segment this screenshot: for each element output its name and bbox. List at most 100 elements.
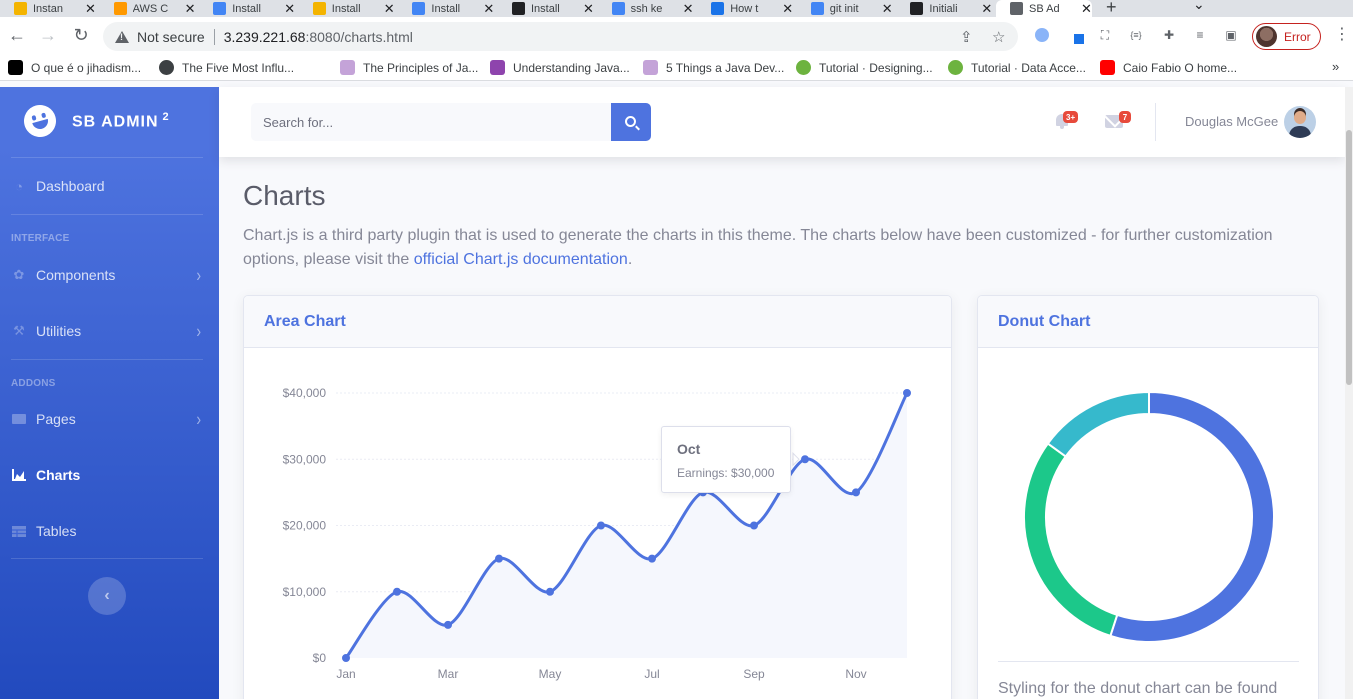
tab-favicon-icon (213, 2, 227, 15)
extension-pen-icon[interactable] (1067, 26, 1085, 44)
tab-close-icon[interactable]: ✕ (384, 1, 395, 17)
data-point[interactable] (546, 587, 554, 596)
json-extension-icon[interactable]: {≡} (1127, 26, 1145, 44)
donut-chart[interactable] (978, 348, 1319, 658)
bookmark-item[interactable]: Caio Fabio O home... (1100, 60, 1237, 75)
browser-tab[interactable]: Install ✕ (498, 0, 594, 17)
tab-title: Install (531, 2, 560, 15)
tab-favicon-icon (611, 2, 625, 15)
data-point[interactable] (495, 554, 503, 563)
tab-close-icon[interactable]: ✕ (683, 1, 694, 17)
tab-close-icon[interactable]: ✕ (782, 1, 793, 17)
new-tab-icon[interactable]: + (1106, 0, 1117, 17)
tab-close-icon[interactable]: ✕ (284, 1, 295, 17)
cog-icon: ✿ (13, 267, 25, 282)
sidebar-item-charts[interactable]: Charts (11, 460, 203, 490)
data-point[interactable] (903, 389, 911, 397)
bookmark-item[interactable]: Tutorial · Data Acce... (948, 60, 1086, 75)
sidebar-item-pages[interactable]: Pages › (11, 404, 203, 434)
sidebar-divider (11, 558, 203, 559)
bookmark-label: Caio Fabio O home... (1123, 60, 1238, 75)
browser-tab[interactable]: Install ✕ (199, 0, 295, 17)
chart-tooltip: Oct Earnings: $30,000 (661, 426, 791, 493)
tab-close-icon[interactable]: ✕ (483, 1, 494, 17)
browser-tab[interactable]: Instan ✕ (0, 0, 96, 17)
data-point[interactable] (648, 554, 656, 563)
bookmark-item[interactable]: The Principles of Ja... (340, 60, 478, 75)
browser-tab[interactable]: git init ✕ (797, 0, 893, 17)
back-icon[interactable]: ← (5, 25, 29, 46)
scrollbar-thumb[interactable] (1346, 130, 1352, 385)
tab-close-icon[interactable]: ✕ (185, 1, 196, 17)
area-chart[interactable]: $0 $10,000 $20,000 $30,000 $40,000 Jan Mar May J… (244, 348, 952, 699)
sidebar-item-utilities[interactable]: ⚒ Utilities › (11, 316, 203, 346)
tab-close-icon[interactable]: ✕ (981, 1, 992, 17)
sidebar-item-dashboard[interactable]: ◔ Dashboard (11, 171, 203, 201)
address-bar[interactable]: Not secure 3.239.221.68 :8080/charts.htm… (103, 22, 1018, 51)
browser-tab[interactable]: Initiali ✕ (896, 0, 992, 17)
sidebar-item-label: Pages (36, 411, 76, 427)
reload-icon[interactable]: ↻ (69, 25, 93, 46)
omnibox-divider (213, 28, 215, 45)
sidebar-toggle-button[interactable]: ‹ (88, 577, 126, 615)
bookmark-item[interactable]: O que é o jihadism... (8, 60, 141, 75)
tab-search-icon[interactable]: ⌄ (1193, 0, 1205, 13)
security-label[interactable]: Not secure (137, 29, 205, 45)
y-tick-label: $20,000 (283, 519, 327, 533)
tachometer-icon: ◔ (15, 178, 23, 194)
browser-tab[interactable]: AWS C ✕ (100, 0, 196, 17)
browser-tab[interactable]: ssh ke ✕ (598, 0, 694, 17)
reading-list-icon[interactable]: ≡ (1191, 26, 1209, 44)
tab-close-icon[interactable]: ✕ (882, 1, 893, 17)
donut-slice[interactable] (1109, 390, 1275, 643)
donut-slice[interactable] (1023, 442, 1119, 638)
bookmark-item[interactable]: Understanding Java... (490, 60, 630, 75)
profile-button[interactable]: Error (1252, 23, 1321, 50)
data-point[interactable] (750, 521, 758, 530)
data-point[interactable] (801, 455, 809, 464)
forward-icon[interactable]: → (36, 25, 60, 46)
side-panel-icon[interactable]: ▣ (1222, 26, 1240, 44)
data-point[interactable] (597, 521, 605, 530)
share-icon[interactable]: ⇪ (960, 28, 973, 46)
browser-tab[interactable]: How t ✕ (697, 0, 793, 17)
x-tick-label: Mar (438, 667, 459, 681)
user-avatar[interactable] (1284, 106, 1316, 138)
data-point[interactable] (342, 654, 350, 662)
user-name[interactable]: Douglas McGee (1185, 114, 1278, 129)
x-tick-label: Nov (845, 667, 866, 681)
data-point[interactable] (393, 587, 401, 596)
browser-tab[interactable]: Install ✕ (299, 0, 395, 17)
bookmark-item[interactable]: Tutorial · Designing... (796, 60, 933, 75)
search-input[interactable]: Search for... (251, 103, 611, 141)
bookmark-item[interactable]: The Five Most Influ... (159, 60, 294, 75)
bookmarks-overflow-icon[interactable]: » (1332, 59, 1339, 74)
y-tick-label: $10,000 (283, 585, 327, 599)
warning-icon[interactable] (115, 30, 129, 43)
screenshot-icon[interactable]: ⛶ (1096, 26, 1114, 44)
extension-icon[interactable] (1033, 26, 1051, 44)
search-button[interactable] (611, 103, 651, 141)
x-tick-label: Sep (743, 667, 765, 681)
tab-close-icon[interactable]: ✕ (1081, 1, 1092, 17)
url-host[interactable]: 3.239.221.68 (224, 29, 306, 45)
bookmark-item[interactable]: 5 Things a Java Dev... (643, 60, 784, 75)
donut-chart-title: Donut Chart (978, 296, 1318, 348)
tab-favicon-icon (113, 2, 127, 15)
chartjs-docs-link[interactable]: official Chart.js documentation (414, 251, 628, 268)
menu-kebab-icon[interactable]: ⋮ (1334, 24, 1350, 44)
browser-tab[interactable]: SB Ad ✕ (996, 0, 1092, 17)
donut-slice[interactable] (1046, 390, 1150, 458)
browser-tab[interactable]: Install ✕ (398, 0, 494, 17)
data-point[interactable] (444, 620, 452, 629)
tab-close-icon[interactable]: ✕ (85, 1, 96, 17)
data-point[interactable] (852, 488, 860, 497)
sidebar-brand[interactable]: SB Admin 2 (20, 101, 170, 141)
bookmark-star-icon[interactable]: ☆ (992, 28, 1005, 46)
sidebar-item-components[interactable]: ✿ Components › (11, 260, 203, 290)
sidebar-item-tables[interactable]: Tables (11, 516, 203, 546)
extensions-puzzle-icon[interactable]: ✚ (1160, 26, 1178, 44)
bookmark-label: Tutorial · Designing... (819, 60, 933, 75)
url-path[interactable]: :8080/charts.html (305, 29, 412, 45)
tab-close-icon[interactable]: ✕ (583, 1, 594, 17)
